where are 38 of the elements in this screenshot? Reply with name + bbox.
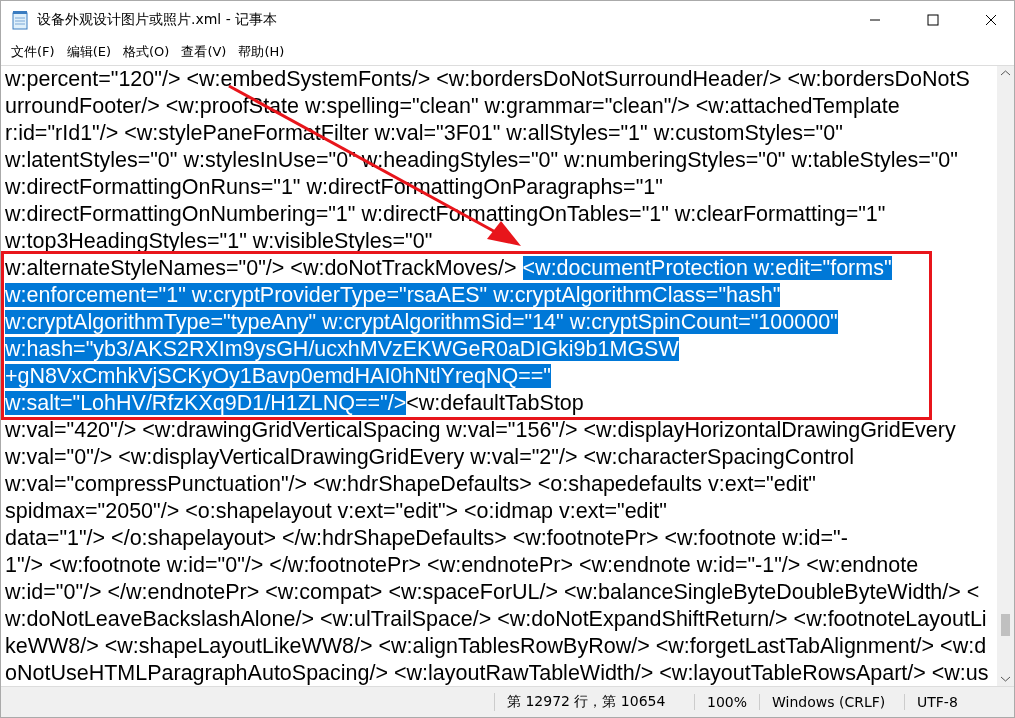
text-line: data="1"/> </o:shapelayout> </w:hdrShapeDefaults> <w:footnotePr> <w:footnote w:id="-	[5, 526, 848, 550]
text-line: 1"/> <w:footnote w:id="0"/> </w:footnotePr> <w:endnotePr> <w:endnote w:id="-1"/> <w:endnote	[5, 553, 919, 577]
text-line: w:val="420"/> <w:drawingGridVerticalSpacing w:val="156"/> <w:displayHorizontalDrawingGridEvery	[5, 418, 956, 442]
menu-item[interactable]: 查看(V)	[175, 43, 233, 61]
text-line: w:val="compressPunctuation"/> <w:hdrShapeDefaults> <o:shapedefaults v:ext="edit"	[5, 472, 816, 496]
selected-text: w:cryptAlgorithmType="typeAny" w:cryptAlgorithmSid="14" w:cryptSpinCount="100000"	[5, 310, 838, 334]
text-line: w:alternateStyleNames="0"/> <w:doNotTrackMoves/>	[5, 256, 518, 280]
text-line: oNotUseHTMLParagraphAutoSpacing/> <w:layoutRawTableWidth/> <w:layoutTableRowsApart/> <w:us	[5, 661, 989, 685]
status-text: 第 12972 行，第 10654	[493, 693, 694, 711]
scrollbar-thumb[interactable]	[1001, 614, 1010, 636]
close-icon	[985, 14, 997, 26]
scrollbar[interactable]	[997, 66, 1014, 686]
text-line: w:val="0"/> <w:displayVerticalDrawingGridEvery w:val="2"/> <w:characterSpacingControl	[5, 445, 855, 469]
menu-item[interactable]: 帮助(H)	[232, 43, 291, 61]
maximize-icon	[927, 14, 939, 26]
text-line: w:top3HeadingStyles="1" w:visibleStyles="0"	[5, 229, 433, 253]
text-line: keWW8/> <w:shapeLayoutLikeWW8/> <w:alignTablesRowByRow/> <w:forgetLastTabAlignment/> <w:d	[5, 634, 987, 658]
selected-text: w:hash="yb3/AKS2RXIm9ysGH/ucxhMVzEKWGeR0aDIGki9b1MGSW	[5, 337, 679, 361]
menu-item[interactable]: 格式(O)	[117, 43, 176, 61]
text-line: w:percent="120"/> <w:embedSystemFonts/> <w:bordersDoNotSurroundHeader/> <w:bordersDoNotS	[5, 67, 970, 91]
window-title: 设备外观设计图片或照片.xml - 记事本	[37, 11, 279, 29]
menu-item[interactable]: 编辑(E)	[60, 43, 117, 61]
scroll-down-icon[interactable]	[1001, 676, 1010, 682]
text-line: w:id="0"/> </w:endnotePr> <w:compat> <w:spaceForUL/> <w:balanceSingleByteDoubleByteWidth/> <	[5, 580, 980, 604]
text-line: <w:defaultTabStop	[406, 391, 584, 415]
scroll-up-icon[interactable]	[1001, 70, 1010, 76]
text-line: w:latentStyles="0" w:stylesInUse="0" w:headingStyles="0" w:numberingStyles="0" w:tableStyles="0"	[5, 148, 958, 172]
status-text: Windows (CRLF)	[759, 694, 904, 710]
selected-text: <w:documentProtection w:edit="forms"	[522, 256, 892, 280]
status-text: UTF-8	[904, 694, 989, 710]
text-line: w:doNotLeaveBackslashAlone/> <w:ulTrailSpace/> <w:doNotExpandShiftReturn/> <w:footnoteLayoutLi	[5, 607, 987, 631]
selected-text: +gN8VxCmhkVjSCKyOy1Bavp0emdHAI0hNtlYreqNQ=="	[5, 364, 551, 388]
status-text: 100%	[693, 694, 759, 710]
selected-text: w:enforcement="1" w:cryptProviderType="rsaAES" w:cryptAlgorithmClass="hash"	[5, 283, 781, 307]
selected-text: w:salt="LohHV/RfzKXq9D1/H1ZLNQ=="/>	[5, 391, 407, 415]
menu-item[interactable]: 文件(F)	[5, 43, 61, 61]
text-line: spidmax="2050"/> <o:shapelayout v:ext="edit"> <o:idmap v:ext="edit"	[5, 499, 667, 523]
notepad-icon	[11, 10, 29, 30]
